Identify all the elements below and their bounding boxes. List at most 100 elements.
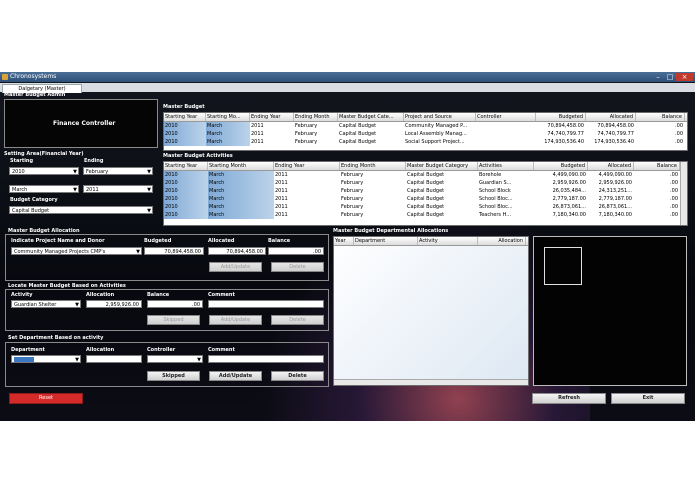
set-department-label: Set Department Based on activity xyxy=(8,335,104,341)
window-title: Chronosystems xyxy=(10,73,57,80)
table-cell: February xyxy=(341,196,364,202)
table-cell: February xyxy=(341,172,364,178)
master-budget-grid[interactable]: Starting Year Starting Mo... Ending Year… xyxy=(163,112,688,151)
close-icon[interactable]: × xyxy=(676,73,693,81)
delete-button[interactable]: Delete xyxy=(271,371,324,381)
table-row[interactable]: 2010 March 2011 February Capital Budget … xyxy=(164,171,687,179)
balance-field[interactable]: .00 xyxy=(147,300,203,308)
budget-category-select[interactable]: Capital Budget ▼ xyxy=(9,206,153,214)
departmental-allocations-grid[interactable]: Year Department Activity Allocation xyxy=(333,236,529,386)
balance-field[interactable]: .00 xyxy=(268,247,324,255)
column-header[interactable]: Ending Month xyxy=(294,113,338,121)
column-header[interactable]: Starting Year xyxy=(164,162,208,170)
start-year-value: 2010 xyxy=(12,169,25,175)
column-header[interactable]: Starting Month xyxy=(208,162,274,170)
allocation-field[interactable] xyxy=(86,355,142,363)
table-cell: February xyxy=(295,139,318,145)
column-header[interactable]: Master Budget Cate... xyxy=(338,113,404,121)
table-cell: 26,035,484... xyxy=(552,188,586,194)
end-year-select[interactable]: 2011 ▼ xyxy=(83,185,153,193)
table-row[interactable]: 2010 March 2011 February Capital Budget … xyxy=(164,179,687,187)
table-row[interactable]: 2010 March 2011 February Capital Budget … xyxy=(164,130,687,138)
ending-label: Ending xyxy=(84,158,104,164)
table-cell: Capital Budget xyxy=(339,131,377,137)
comment-field[interactable] xyxy=(208,300,324,308)
project-donor-select[interactable]: Community Managed Projects CMP's ▼ xyxy=(11,247,142,255)
column-header[interactable]: Activities xyxy=(478,162,534,170)
delete-button[interactable]: Delete xyxy=(271,262,324,272)
starting-label: Starting xyxy=(10,158,34,164)
table-row[interactable]: 2010 March 2011 February Capital Budget … xyxy=(164,138,687,146)
column-header[interactable]: Master Budget Category xyxy=(406,162,478,170)
table-cell: 70,894,458.00 xyxy=(597,123,634,129)
table-row[interactable]: 2010 March 2011 February Capital Budget … xyxy=(164,211,687,219)
chevron-down-icon: ▼ xyxy=(136,249,140,255)
column-header[interactable]: Balance xyxy=(636,113,685,121)
delete-button[interactable]: Delete xyxy=(271,315,324,325)
column-header[interactable]: Allocation xyxy=(478,237,526,245)
table-cell: 26,873,061... xyxy=(552,204,586,210)
chevron-down-icon: ▼ xyxy=(147,187,151,193)
table-cell: .00 xyxy=(670,172,678,178)
activity-select[interactable]: Guardian Shelter ▼ xyxy=(11,300,81,308)
balance-label: Balance xyxy=(268,238,291,244)
activities-grid[interactable]: Starting Year Starting Month Ending Year… xyxy=(163,161,688,226)
skipped-button[interactable]: Skipped xyxy=(147,371,200,381)
locate-panel: Activity Guardian Shelter ▼ Allocation 2,… xyxy=(5,289,329,331)
column-header[interactable]: Controller xyxy=(476,113,536,121)
column-header[interactable]: Starting Year xyxy=(164,113,206,121)
column-header[interactable]: Ending Month xyxy=(340,162,406,170)
comment-field[interactable] xyxy=(208,355,324,363)
maximize-icon[interactable]: □ xyxy=(664,73,676,81)
table-cell: 7,180,340.00 xyxy=(552,212,586,218)
table-cell: Local Assembly Manag... xyxy=(405,131,467,137)
table-cell: March xyxy=(208,195,274,203)
table-row[interactable]: 2010 March 2011 February Capital Budget … xyxy=(164,203,687,211)
table-cell: March xyxy=(208,203,274,211)
column-header[interactable]: Activity xyxy=(418,237,478,245)
end-month-select[interactable]: February ▼ xyxy=(83,167,153,175)
table-row[interactable]: 2010 March 2011 February Capital Budget … xyxy=(164,122,687,130)
table-cell: .00 xyxy=(670,196,678,202)
department-select[interactable]: ▼ xyxy=(11,355,81,363)
table-cell: Capital Budget xyxy=(339,123,377,129)
column-header[interactable]: Year xyxy=(334,237,354,245)
refresh-button[interactable]: Refresh xyxy=(532,393,606,404)
add-update-button[interactable]: Add/Update xyxy=(209,262,262,272)
column-header[interactable]: Department xyxy=(354,237,418,245)
column-header[interactable]: Allocated xyxy=(588,162,634,170)
column-header[interactable]: Project and Source xyxy=(404,113,476,121)
allocation-field[interactable]: 2,959,926.00 xyxy=(86,300,142,308)
table-cell: .00 xyxy=(670,180,678,186)
start-year-select[interactable]: 2010 ▼ xyxy=(9,167,79,175)
chevron-down-icon: ▼ xyxy=(147,169,151,175)
column-header[interactable]: Starting Mo... xyxy=(206,113,250,121)
controller-select[interactable]: ▼ xyxy=(147,355,203,363)
table-row[interactable]: 2010 March 2011 February Capital Budget … xyxy=(164,187,687,195)
table-cell: Guardian S... xyxy=(479,180,512,186)
column-header[interactable]: Budgeted xyxy=(534,162,588,170)
exit-button[interactable]: Exit xyxy=(611,393,685,404)
preview-panel xyxy=(533,236,687,386)
column-header[interactable]: Ending Year xyxy=(274,162,340,170)
table-cell: 26,873,061... xyxy=(598,204,632,210)
grid-header: Starting Year Starting Month Ending Year… xyxy=(164,162,687,171)
budgeted-field[interactable]: 70,894,458.00 xyxy=(144,247,204,255)
column-header[interactable]: Balance xyxy=(634,162,680,170)
allocated-field[interactable]: 70,894,458.00 xyxy=(208,247,266,255)
application-window: Chronosystems – □ × Dalgetary (Master) M… xyxy=(0,72,695,421)
horizontal-scrollbar[interactable] xyxy=(334,379,528,385)
add-update-button[interactable]: Add/Update xyxy=(209,371,262,381)
minimize-icon[interactable]: – xyxy=(652,73,664,81)
skipped-button[interactable]: Skipped xyxy=(147,315,200,325)
add-update-button[interactable]: Add/Update xyxy=(209,315,262,325)
table-row[interactable]: 2010 March 2011 February Capital Budget … xyxy=(164,195,687,203)
table-cell: 174,930,536.40 xyxy=(594,139,634,145)
column-header[interactable]: Ending Year xyxy=(250,113,294,121)
table-cell xyxy=(476,130,536,138)
start-month-select[interactable]: March ▼ xyxy=(9,185,79,193)
vertical-scrollbar[interactable] xyxy=(680,162,687,225)
reset-button[interactable]: Reset xyxy=(9,393,83,404)
column-header[interactable]: Budgeted xyxy=(536,113,586,121)
column-header[interactable]: Allocated xyxy=(586,113,636,121)
